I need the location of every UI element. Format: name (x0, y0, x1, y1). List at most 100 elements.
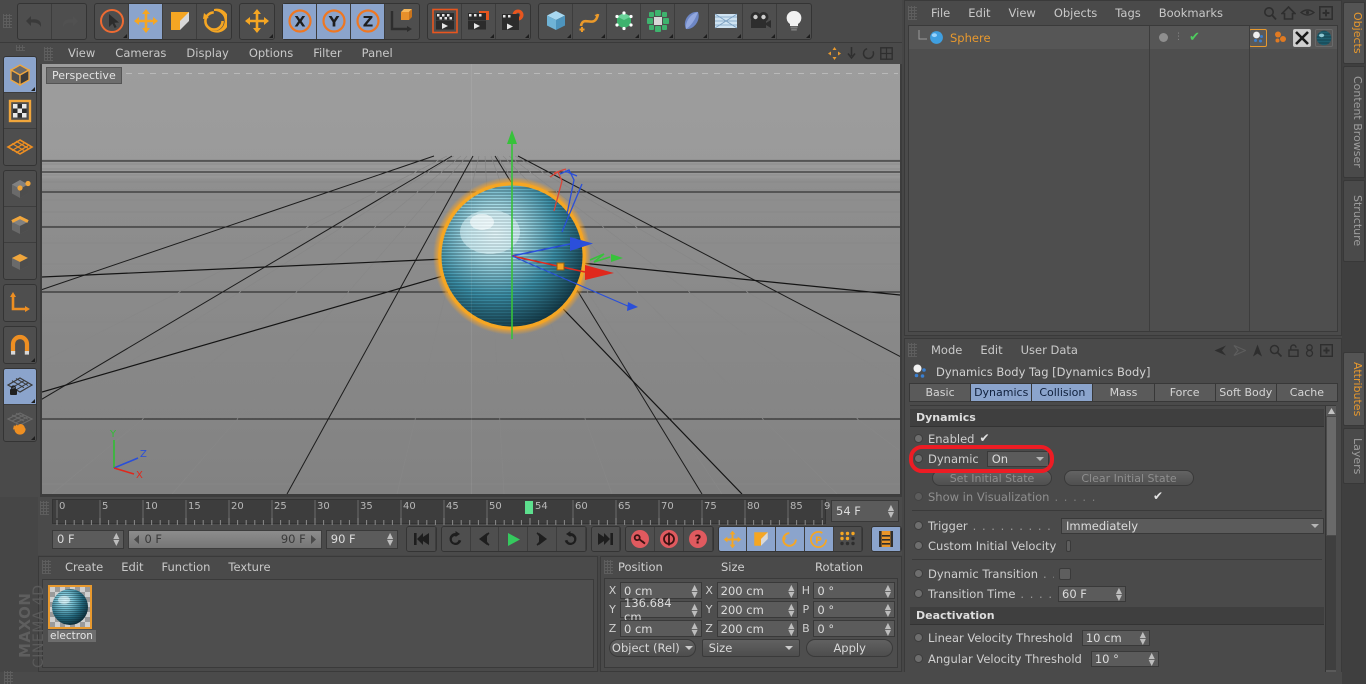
enabled-checkbox[interactable]: ✔ (979, 432, 990, 444)
viewport-menu-options[interactable]: Options (239, 43, 303, 64)
move-duplicate-button[interactable] (240, 4, 274, 39)
timeline-ruler[interactable]: 0 5 10 15 20 25 30 35 40 45 50 54 60 65 … (52, 499, 837, 525)
move-tool-button[interactable] (129, 3, 163, 39)
next-frame-button[interactable] (528, 527, 557, 551)
field-trigger-row[interactable]: Trigger . . . . . . . . . . . . . . Imme… (910, 515, 1324, 536)
dynamic-select[interactable]: On (986, 450, 1049, 467)
maximize-icon[interactable] (880, 47, 893, 60)
timeline-filmstrip-button[interactable] (872, 527, 901, 551)
rotation-p-field[interactable]: 0 ° ▲ ▼ (813, 601, 896, 618)
redo-button[interactable] (52, 4, 86, 39)
viewport-menu-grip[interactable] (44, 46, 53, 61)
material-item-electron[interactable]: electron (48, 585, 96, 642)
render-view-button[interactable] (428, 3, 462, 39)
end-frame-field[interactable]: 90 F ▲ ▼ (325, 529, 399, 549)
go-to-start-button[interactable] (407, 527, 436, 551)
previous-frame-button[interactable] (470, 527, 500, 551)
render-to-picture-viewer-button[interactable] (462, 3, 496, 39)
workplane-toggle-button[interactable] (4, 405, 36, 441)
side-tab-content-browser[interactable]: Content Browser (1343, 66, 1365, 178)
enabled-check-icon[interactable]: ✔ (1189, 31, 1200, 44)
array-flyout-corner[interactable] (669, 33, 673, 38)
linear-velocity-threshold-field[interactable]: 10 cm ▲ ▼ (1081, 629, 1150, 646)
array-button[interactable] (641, 3, 675, 39)
lock-workplane-button[interactable] (4, 369, 36, 405)
side-tab-layers[interactable]: Layers (1343, 428, 1365, 484)
size-y-field[interactable]: 200 cm ▲ ▼ (716, 601, 799, 618)
spinner-icon[interactable]: ▲ ▼ (387, 532, 393, 547)
magnet-flyout-corner[interactable] (31, 358, 35, 362)
render-settings-button[interactable] (496, 4, 530, 39)
pin-icon[interactable] (1305, 343, 1314, 357)
spinner-icon[interactable]: ▲ ▼ (692, 602, 698, 617)
light-flyout-corner[interactable] (806, 33, 810, 38)
object-menu-file[interactable]: File (922, 3, 959, 23)
new-window-icon[interactable] (1320, 343, 1333, 357)
tab-soft-body[interactable]: Soft Body (1214, 383, 1277, 402)
viewport-menu-filter[interactable]: Filter (303, 43, 351, 64)
range-right-handle-icon[interactable] (309, 534, 318, 544)
new-layer-icon[interactable] (1319, 5, 1333, 20)
transition-time-field[interactable]: 60 F ▲ ▼ (1058, 585, 1126, 602)
viewport-menu-cameras[interactable]: Cameras (105, 43, 176, 64)
coordinates-grip[interactable] (604, 560, 613, 574)
select-tool-flyout-corner[interactable] (123, 33, 127, 38)
tab-dynamics[interactable]: Dynamics (970, 383, 1033, 402)
polygon-grid-button[interactable] (4, 129, 36, 165)
param-key-button[interactable]: P (804, 527, 834, 551)
record-key-button[interactable] (626, 527, 656, 551)
size-mode-select[interactable]: Size (701, 639, 801, 657)
status-bar-grip[interactable] (4, 671, 13, 684)
lock-workplane-flyout-corner[interactable] (31, 399, 35, 403)
add-cube-button[interactable] (539, 3, 573, 39)
spinner-icon[interactable]: ▲ ▼ (885, 602, 891, 617)
dynamic-transition-checkbox[interactable] (1059, 567, 1071, 580)
material-list[interactable]: electron (42, 579, 594, 668)
trigger-select[interactable]: Immediately (1061, 517, 1324, 534)
set-initial-state-button[interactable]: Set Initial State (932, 470, 1052, 486)
attributes-menu-user-data[interactable]: User Data (1012, 340, 1087, 360)
lock-z-button[interactable]: Z (351, 3, 385, 39)
scale-key-button[interactable] (747, 527, 777, 551)
nurbs-flyout-corner[interactable] (635, 33, 639, 38)
rotate-icon[interactable] (862, 47, 875, 60)
object-row-name-cell[interactable]: Sphere (909, 29, 1149, 46)
perspective-viewport[interactable]: Perspective Y Z X (42, 64, 900, 494)
eye-icon[interactable] (1300, 7, 1315, 18)
dynamics-body-tag[interactable] (1249, 28, 1267, 47)
spinner-icon[interactable]: ▲ ▼ (885, 621, 891, 636)
viewport-menu-view[interactable]: View (58, 43, 105, 64)
rotation-key-button[interactable] (776, 527, 805, 551)
render-picture-flyout-corner[interactable] (490, 33, 494, 38)
material-menu-function[interactable]: Function (153, 557, 220, 577)
play-forward-loop-button[interactable] (556, 527, 586, 551)
spinner-icon[interactable]: ▲ ▼ (788, 602, 794, 617)
play-backwards-loop-button[interactable] (441, 527, 471, 551)
lock-y-button[interactable]: Y (317, 3, 351, 39)
back-arrow-icon[interactable] (1214, 345, 1227, 356)
frame-range-slider[interactable]: 0 F 90 F (128, 529, 322, 549)
attributes-grip[interactable] (908, 343, 917, 357)
object-menu-bookmarks[interactable]: Bookmarks (1150, 3, 1232, 23)
timeline-ruler-grip[interactable] (40, 501, 49, 515)
points-mode-button[interactable] (4, 171, 36, 207)
clear-initial-state-button[interactable]: Clear Initial State (1064, 470, 1194, 486)
deformer-button[interactable] (675, 3, 709, 39)
material-menu-edit[interactable]: Edit (112, 557, 152, 577)
material-tag[interactable] (1315, 28, 1333, 47)
home-icon[interactable] (1281, 5, 1296, 20)
custom-initial-velocity-anim-dot-icon[interactable] (914, 541, 923, 550)
object-menu-view[interactable]: View (1000, 3, 1045, 23)
keyframe-selection-button[interactable]: ? (683, 527, 713, 551)
scale-tool-button[interactable] (163, 3, 197, 39)
position-key-button[interactable] (718, 527, 748, 551)
viewport-menu-panel[interactable]: Panel (352, 43, 403, 64)
light-button[interactable] (777, 4, 811, 39)
spinner-icon[interactable]: ▲ ▼ (692, 583, 698, 598)
camera-button[interactable] (743, 3, 777, 39)
object-menu-objects[interactable]: Objects (1045, 3, 1106, 23)
field-dynamic-transition-row[interactable]: Dynamic Transition . . . . . . . (910, 564, 1324, 583)
attributes-menu-mode[interactable]: Mode (922, 340, 971, 360)
field-dynamic-row[interactable]: Dynamic On (910, 448, 1324, 469)
start-frame-field[interactable]: 0 F ▲ ▼ (52, 529, 125, 549)
